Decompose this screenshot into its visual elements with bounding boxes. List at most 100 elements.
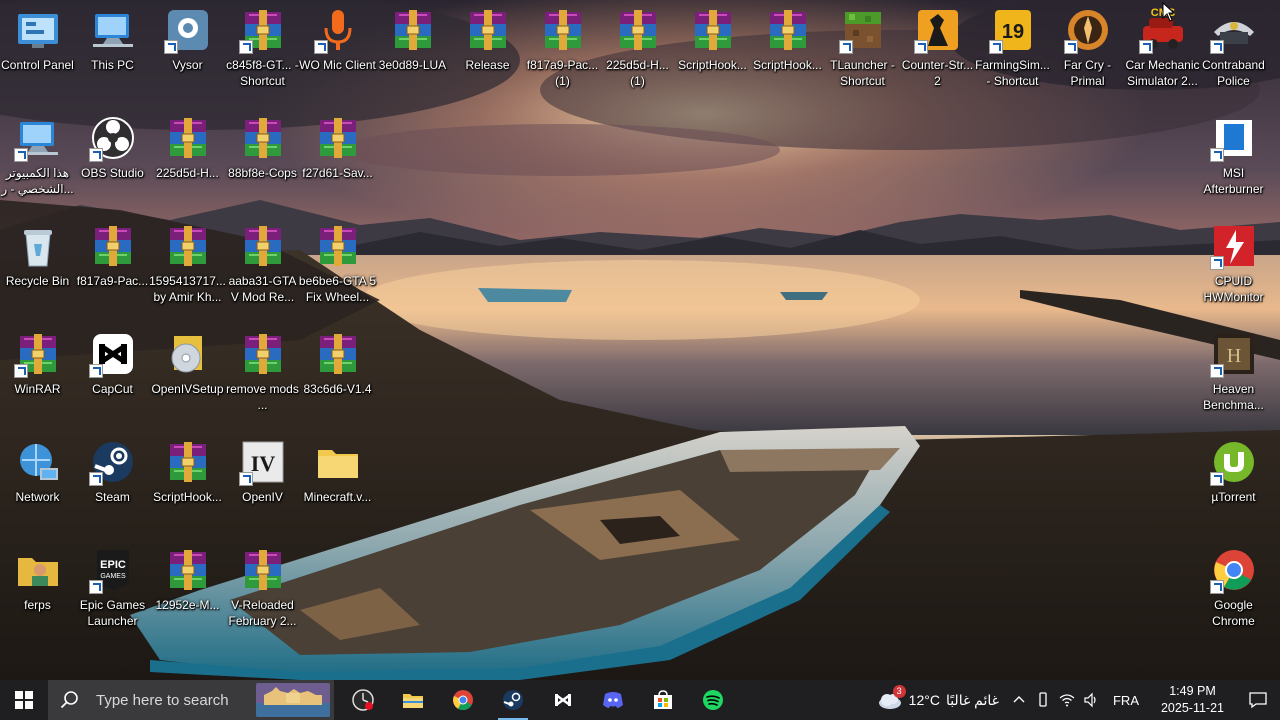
desktop-icon[interactable]: 225d5d-H... (1): [600, 2, 675, 106]
winrar-archive-icon: [314, 330, 362, 378]
desktop-icon[interactable]: ScriptHook...: [150, 434, 225, 538]
tray-volume-button[interactable]: [1079, 680, 1103, 720]
winrar-archive-icon: [539, 6, 587, 54]
desktop-icon[interactable]: c845f8-GT... - Shortcut: [225, 2, 300, 106]
shortcut-arrow-icon: [913, 40, 928, 54]
winrar-archive-icon: [13, 330, 62, 378]
desktop-icon[interactable]: CPUID HWMonitor: [1196, 218, 1271, 322]
taskbar-app-button[interactable]: [438, 680, 488, 720]
desktop-icon-label: Epic Games Launcher: [79, 598, 146, 628]
desktop-icon[interactable]: Network: [0, 434, 75, 538]
winrar-archive-icon: [614, 6, 662, 54]
desktop-icon[interactable]: 3e0d89-LUA: [375, 2, 450, 106]
desktop-icon-label: Minecraft.v...: [303, 490, 372, 504]
winrar-archive-icon: [689, 6, 737, 54]
desktop-icon[interactable]: f817a9-Pac... (1): [525, 2, 600, 106]
taskbar-search-box[interactable]: Type here to search: [48, 680, 334, 720]
desktop-icon-label: Car Mechanic Simulator 2...: [1125, 58, 1200, 88]
desktop-icon[interactable]: OpenIVSetup: [150, 326, 225, 430]
taskbar-app-button[interactable]: [638, 680, 688, 720]
desktop-icon[interactable]: Far Cry - Primal: [1050, 2, 1125, 106]
desktop-icon[interactable]: TLauncher - Shortcut: [825, 2, 900, 106]
desktop-icon[interactable]: Recycle Bin: [0, 218, 75, 322]
desktop-icon[interactable]: Control Panel: [0, 2, 75, 106]
taskbar-app-button[interactable]: [538, 680, 588, 720]
desktop-icon[interactable]: Counter-Str... 2: [900, 2, 975, 106]
desktop-icon[interactable]: 83c6d6-V1.4: [300, 326, 375, 430]
show-hidden-icons-button[interactable]: [1007, 680, 1031, 720]
desktop-icon[interactable]: EPIC GAMES Epic Games Launcher: [75, 542, 150, 646]
winrar-archive-icon: [389, 6, 437, 54]
taskbar-app-button[interactable]: [338, 680, 388, 720]
desktop-icon[interactable]: IV OpenIV: [225, 434, 300, 538]
desktop-icon[interactable]: ferps: [0, 542, 75, 646]
desktop-icon[interactable]: 225d5d-H...: [150, 110, 225, 214]
desktop-icon[interactable]: H Heaven Benchma...: [1196, 326, 1271, 430]
desktop-icon-label: Counter-Str... 2: [901, 58, 974, 88]
wifi-icon: [1059, 694, 1075, 707]
desktop-icon[interactable]: WO Mic Client: [299, 2, 376, 106]
desktop-icon[interactable]: remove mods ...: [225, 326, 300, 430]
winrar-archive-icon: [464, 6, 512, 54]
weather-widget[interactable]: 3 12°C غائم غالبًا: [869, 680, 1007, 720]
start-button[interactable]: [0, 680, 48, 720]
desktop-icon-label: OpenIV: [242, 490, 283, 504]
desktop-icon[interactable]: f27d61-Sav...: [300, 110, 375, 214]
desktop-icon[interactable]: ScriptHook...: [675, 2, 750, 106]
shortcut-arrow-icon: [1209, 580, 1224, 594]
tray-wifi-button[interactable]: [1055, 680, 1079, 720]
desktop-icon-label: be6be6-GTA 5 Fix Wheel...: [298, 274, 377, 304]
weather-condition: غائم غالبًا: [945, 691, 999, 708]
winrar-archive-icon: [239, 546, 287, 594]
openiv-icon: IV: [238, 438, 287, 486]
desktop-icon[interactable]: Steam: [75, 434, 150, 538]
desktop-icon[interactable]: Minecraft.v...: [300, 434, 375, 538]
desktop-icon[interactable]: CapCut: [75, 326, 150, 430]
desktop-icon[interactable]: Vysor: [150, 2, 225, 106]
clock-button[interactable]: 1:49 PM 2025-11-21: [1149, 683, 1236, 717]
recycle-bin-icon: [14, 222, 62, 270]
taskbar-app-button[interactable]: [588, 680, 638, 720]
desktop-icon[interactable]: Contraband Police: [1196, 2, 1271, 106]
msi-afterburner-icon: [1209, 114, 1258, 162]
desktop-icon-label: f817a9-Pac...: [76, 274, 149, 288]
svg-text:19: 19: [1001, 21, 1023, 43]
taskbar-app-button[interactable]: [388, 680, 438, 720]
desktop-icon[interactable]: f817a9-Pac...: [75, 218, 150, 322]
microsoft-store-icon: [651, 688, 675, 712]
phone-device-icon: [1039, 692, 1047, 707]
desktop-icon[interactable]: OBS Studio: [75, 110, 150, 214]
desktop-icon[interactable]: 12952e-M...: [150, 542, 225, 646]
desktop-icon[interactable]: 19 FarmingSim... - Shortcut: [975, 2, 1050, 106]
desktop-icon[interactable]: µTorrent: [1196, 434, 1271, 538]
desktop-icon[interactable]: Release: [450, 2, 525, 106]
search-placeholder: Type here to search: [96, 691, 229, 709]
desktop-icon[interactable]: This PC: [75, 2, 150, 106]
notification-center-button[interactable]: [1236, 680, 1280, 720]
desktop-icon[interactable]: be6be6-GTA 5 Fix Wheel...: [298, 218, 377, 322]
desktop-icon-label: هذا الكمبيوتر الشخصي - ر...: [1, 166, 74, 196]
desktop-icon[interactable]: هذا الكمبيوتر الشخصي - ر...: [0, 110, 75, 214]
far-cry-icon: [1063, 6, 1112, 54]
desktop-icon[interactable]: WinRAR: [0, 326, 75, 430]
input-language-button[interactable]: FRA: [1103, 693, 1149, 708]
taskbar-app-button[interactable]: [688, 680, 738, 720]
taskbar-app-button[interactable]: [488, 680, 538, 720]
desktop-icon[interactable]: ScriptHook...: [750, 2, 825, 106]
desktop-icon[interactable]: MSI Afterburner: [1196, 110, 1271, 214]
desktop-icon[interactable]: 88bf8e-Cops: [225, 110, 300, 214]
desktop-icon-label: remove mods ...: [226, 382, 299, 412]
capcut-icon: [551, 688, 575, 712]
chrome-icon: [451, 688, 475, 712]
desktop-icon-label: 3e0d89-LUA: [378, 58, 447, 72]
cloudy-weather-icon: 3: [877, 685, 906, 711]
desktop-icon[interactable]: Google Chrome: [1196, 542, 1271, 646]
desktop-icon[interactable]: 1595413717... by Amir Kh...: [149, 218, 226, 322]
tray-microphone-button[interactable]: [1031, 680, 1055, 720]
shortcut-arrow-icon: [88, 364, 103, 378]
search-highlight-image[interactable]: [256, 683, 330, 717]
shortcut-arrow-icon: [88, 472, 103, 486]
desktop-icon[interactable]: V-Reloaded February 2...: [225, 542, 300, 646]
desktop-icon[interactable]: aaba31-GTA V Mod Re...: [225, 218, 300, 322]
shortcut-arrow-icon: [88, 580, 103, 594]
